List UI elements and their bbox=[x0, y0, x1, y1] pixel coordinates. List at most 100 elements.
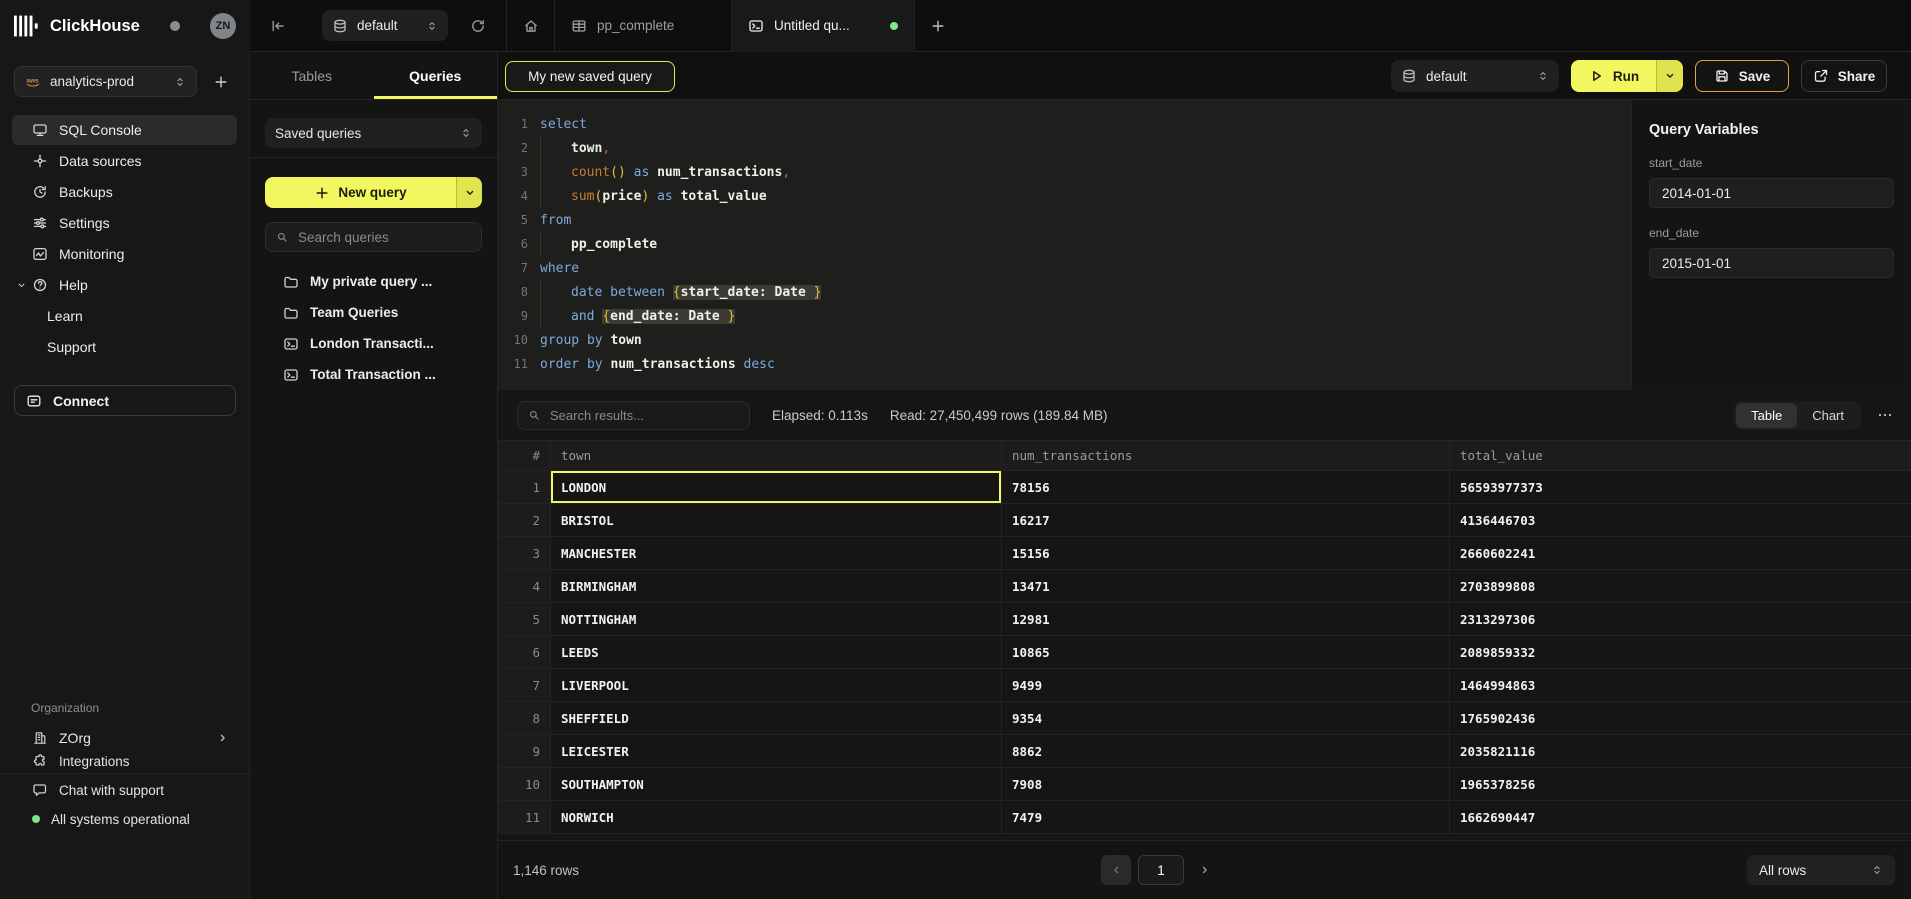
run-button[interactable]: Run bbox=[1571, 60, 1656, 92]
code-line-11[interactable]: 11order by num_transactions desc bbox=[498, 352, 1631, 376]
view-chart-button[interactable]: Chart bbox=[1797, 403, 1859, 428]
table-cell[interactable]: MANCHESTER bbox=[551, 537, 1002, 570]
code-line-5[interactable]: 5from bbox=[498, 208, 1631, 232]
table-cell[interactable]: LIVERPOOL bbox=[551, 669, 1002, 702]
previous-page-button[interactable] bbox=[1101, 855, 1131, 885]
tab-pp-complete[interactable]: pp_complete bbox=[555, 0, 731, 52]
saved-query-item-london-transacti[interactable]: London Transacti... bbox=[250, 328, 497, 359]
page-size-select[interactable]: All rows bbox=[1747, 855, 1895, 885]
column-header-row-number[interactable]: # bbox=[498, 441, 551, 471]
code-line-6[interactable]: 6pp_complete bbox=[498, 232, 1631, 256]
next-page-button[interactable] bbox=[1192, 855, 1218, 885]
saved-query-item-team-queries[interactable]: Team Queries bbox=[250, 297, 497, 328]
tab-tables[interactable]: Tables bbox=[250, 52, 374, 99]
sidebar-item-integrations[interactable]: Integrations bbox=[12, 747, 237, 775]
run-options-button[interactable] bbox=[1656, 60, 1683, 92]
table-cell[interactable]: 10865 bbox=[1002, 636, 1450, 669]
table-cell[interactable]: 1965378256 bbox=[1450, 768, 1911, 801]
sidebar-item-data-sources[interactable]: Data sources bbox=[12, 146, 237, 176]
table-cell[interactable]: 1765902436 bbox=[1450, 702, 1911, 735]
service-select[interactable]: aws analytics-prod bbox=[14, 66, 197, 97]
column-header-town[interactable]: town bbox=[551, 441, 1002, 471]
new-query-dropdown-button[interactable] bbox=[456, 177, 482, 208]
table-cell[interactable]: LEICESTER bbox=[551, 735, 1002, 768]
sidebar-item-sql-console[interactable]: SQL Console bbox=[12, 115, 237, 145]
table-cell[interactable]: 7479 bbox=[1002, 801, 1450, 834]
sql-editor[interactable]: 1select2town,3count() as num_transaction… bbox=[498, 100, 1631, 390]
sidebar-item-help[interactable]: Help bbox=[12, 270, 237, 300]
table-cell[interactable]: 78156 bbox=[1002, 471, 1450, 504]
table-cell[interactable]: BIRMINGHAM bbox=[551, 570, 1002, 603]
table-cell[interactable]: 15156 bbox=[1002, 537, 1450, 570]
saved-query-item-total-transaction[interactable]: Total Transaction ... bbox=[250, 359, 497, 390]
table-cell[interactable]: 8862 bbox=[1002, 735, 1450, 768]
chevron-right-icon bbox=[1199, 864, 1211, 876]
table-cell[interactable]: 2089859332 bbox=[1450, 636, 1911, 669]
code-line-3[interactable]: 3count() as num_transactions, bbox=[498, 160, 1631, 184]
end-date-input[interactable] bbox=[1649, 248, 1894, 278]
table-cell[interactable]: 2313297306 bbox=[1450, 603, 1911, 636]
run-database-select[interactable]: default bbox=[1391, 60, 1559, 92]
collapse-sidebar-button[interactable] bbox=[262, 10, 294, 42]
table-cell[interactable]: NORWICH bbox=[551, 801, 1002, 834]
table-cell[interactable]: 13471 bbox=[1002, 570, 1450, 603]
table-cell[interactable]: BRISTOL bbox=[551, 504, 1002, 537]
user-avatar[interactable]: ZN bbox=[210, 13, 236, 39]
table-cell[interactable]: LEEDS bbox=[551, 636, 1002, 669]
code-line-9[interactable]: 9and {end_date: Date } bbox=[498, 304, 1631, 328]
new-query-button[interactable]: New query bbox=[265, 177, 456, 208]
table-cell[interactable]: LONDON bbox=[551, 471, 1002, 504]
connect-button[interactable]: Connect bbox=[14, 385, 236, 416]
save-button[interactable]: Save bbox=[1695, 60, 1789, 92]
code-line-10[interactable]: 10group by town bbox=[498, 328, 1631, 352]
saved-query-tab[interactable]: My new saved query bbox=[505, 61, 675, 92]
topbar-database-select[interactable]: default bbox=[322, 10, 448, 41]
saved-queries-select[interactable]: Saved queries bbox=[265, 118, 482, 148]
table-cell[interactable]: 4136446703 bbox=[1450, 504, 1911, 537]
table-cell[interactable]: NOTTINGHAM bbox=[551, 603, 1002, 636]
notification-dot-icon[interactable] bbox=[170, 21, 180, 31]
sidebar-item-chat-with-support[interactable]: Chat with support bbox=[12, 776, 237, 804]
search-queries-input[interactable] bbox=[296, 229, 471, 246]
table-cell[interactable]: 1662690447 bbox=[1450, 801, 1911, 834]
table-cell[interactable]: 56593977373 bbox=[1450, 471, 1911, 504]
sidebar-item-settings[interactable]: Settings bbox=[12, 208, 237, 238]
sidebar-item-all-systems-operational[interactable]: All systems operational bbox=[12, 805, 237, 833]
view-table-button[interactable]: Table bbox=[1736, 403, 1797, 428]
add-service-button[interactable] bbox=[207, 68, 235, 96]
table-cell[interactable]: 9499 bbox=[1002, 669, 1450, 702]
sidebar-item-backups[interactable]: Backups bbox=[12, 177, 237, 207]
tab-untitled-query[interactable]: Untitled qu... bbox=[732, 0, 914, 52]
table-cell[interactable]: 16217 bbox=[1002, 504, 1450, 537]
sidebar-item-monitoring[interactable]: Monitoring bbox=[12, 239, 237, 269]
home-tab[interactable] bbox=[507, 10, 554, 42]
code-line-1[interactable]: 1select bbox=[498, 112, 1631, 136]
table-cell[interactable]: 2660602241 bbox=[1450, 537, 1911, 570]
start-date-input[interactable] bbox=[1649, 178, 1894, 208]
sidebar-item-learn[interactable]: Learn bbox=[12, 301, 237, 331]
table-cell[interactable]: SHEFFIELD bbox=[551, 702, 1002, 735]
search-results-input[interactable] bbox=[548, 407, 739, 424]
page-number[interactable]: 1 bbox=[1138, 855, 1184, 885]
new-query-split-button: New query bbox=[265, 177, 482, 208]
share-button[interactable]: Share bbox=[1801, 60, 1887, 92]
tab-queries[interactable]: Queries bbox=[374, 52, 498, 99]
sidebar-item-support[interactable]: Support bbox=[12, 332, 237, 362]
new-tab-button[interactable] bbox=[915, 10, 961, 42]
table-cell[interactable]: 12981 bbox=[1002, 603, 1450, 636]
table-cell[interactable]: 2035821116 bbox=[1450, 735, 1911, 768]
saved-query-item-my-private-query[interactable]: My private query ... bbox=[250, 266, 497, 297]
code-line-4[interactable]: 4sum(price) as total_value bbox=[498, 184, 1631, 208]
table-cell[interactable]: 9354 bbox=[1002, 702, 1450, 735]
refresh-button[interactable] bbox=[462, 10, 494, 42]
table-cell[interactable]: 2703899808 bbox=[1450, 570, 1911, 603]
column-header-total-value[interactable]: total_value bbox=[1450, 441, 1911, 471]
more-options-button[interactable] bbox=[1875, 407, 1895, 423]
table-cell[interactable]: 7908 bbox=[1002, 768, 1450, 801]
code-line-8[interactable]: 8date between {start_date: Date } bbox=[498, 280, 1631, 304]
code-line-2[interactable]: 2town, bbox=[498, 136, 1631, 160]
code-line-7[interactable]: 7where bbox=[498, 256, 1631, 280]
table-cell[interactable]: 1464994863 bbox=[1450, 669, 1911, 702]
table-cell[interactable]: SOUTHAMPTON bbox=[551, 768, 1002, 801]
column-header-num-transactions[interactable]: num_transactions bbox=[1002, 441, 1450, 471]
